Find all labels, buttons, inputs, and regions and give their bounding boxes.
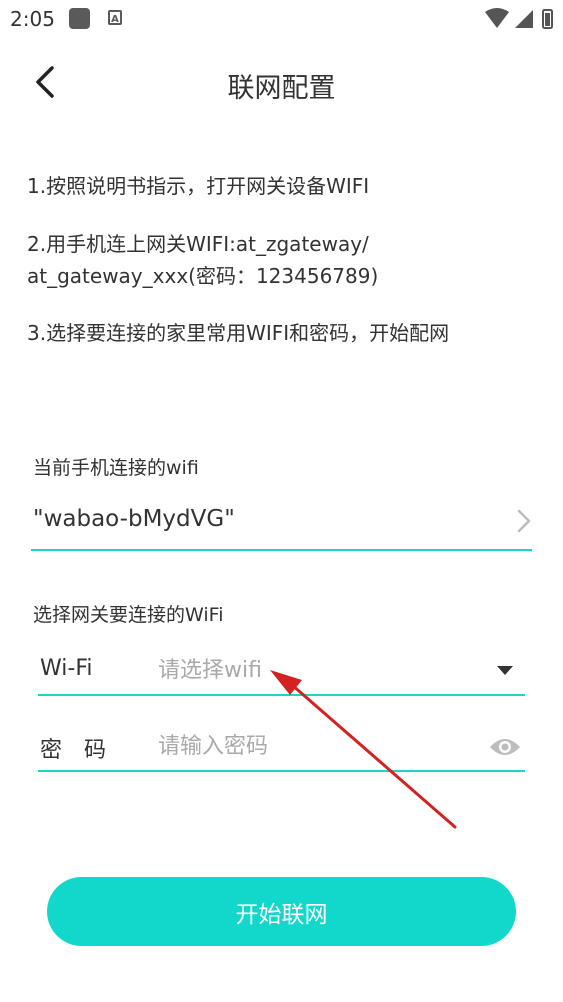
wifi-select-input[interactable] (158, 652, 478, 688)
password-input[interactable] (158, 728, 478, 764)
instruction-step-1: 1.按照说明书指示，打开网关设备WIFI (27, 174, 370, 198)
wifi-label: Wi-Fi (40, 656, 93, 681)
password-label: 密 码 (40, 738, 107, 763)
dropdown-arrow-icon[interactable] (497, 666, 513, 675)
instruction-step-3: 3.选择要连接的家里常用WIFI和密码，开始配网 (27, 321, 450, 345)
notification-square-icon (69, 8, 90, 29)
instruction-step-2: 2.用手机连上网关WIFI:at_zgateway/ (27, 232, 369, 256)
chevron-right-icon (517, 509, 531, 533)
password-row: 密 码 (38, 724, 525, 772)
gateway-wifi-label: 选择网关要连接的WiFi (33, 604, 224, 626)
notification-a-icon: A (108, 10, 122, 25)
wifi-signal-battery-icon (485, 8, 553, 29)
status-icons (485, 8, 553, 34)
status-time: 2:05 (10, 7, 55, 31)
page-title: 联网配置 (227, 73, 336, 104)
header: 联网配置 (0, 40, 563, 126)
status-bar: 2:05 A (0, 0, 563, 40)
current-wifi-label: 当前手机连接的wifi (33, 457, 199, 479)
instruction-step-2-cont: at_gateway_xxx(密码：123456789) (27, 264, 379, 288)
current-wifi-value: "wabao-bMydVG" (33, 506, 235, 532)
start-networking-button[interactable]: 开始联网 (47, 877, 516, 946)
eye-visibility-icon[interactable] (489, 736, 521, 758)
current-wifi-field[interactable]: "wabao-bMydVG" (31, 500, 532, 551)
wifi-select-row[interactable]: Wi-Fi (38, 648, 525, 696)
